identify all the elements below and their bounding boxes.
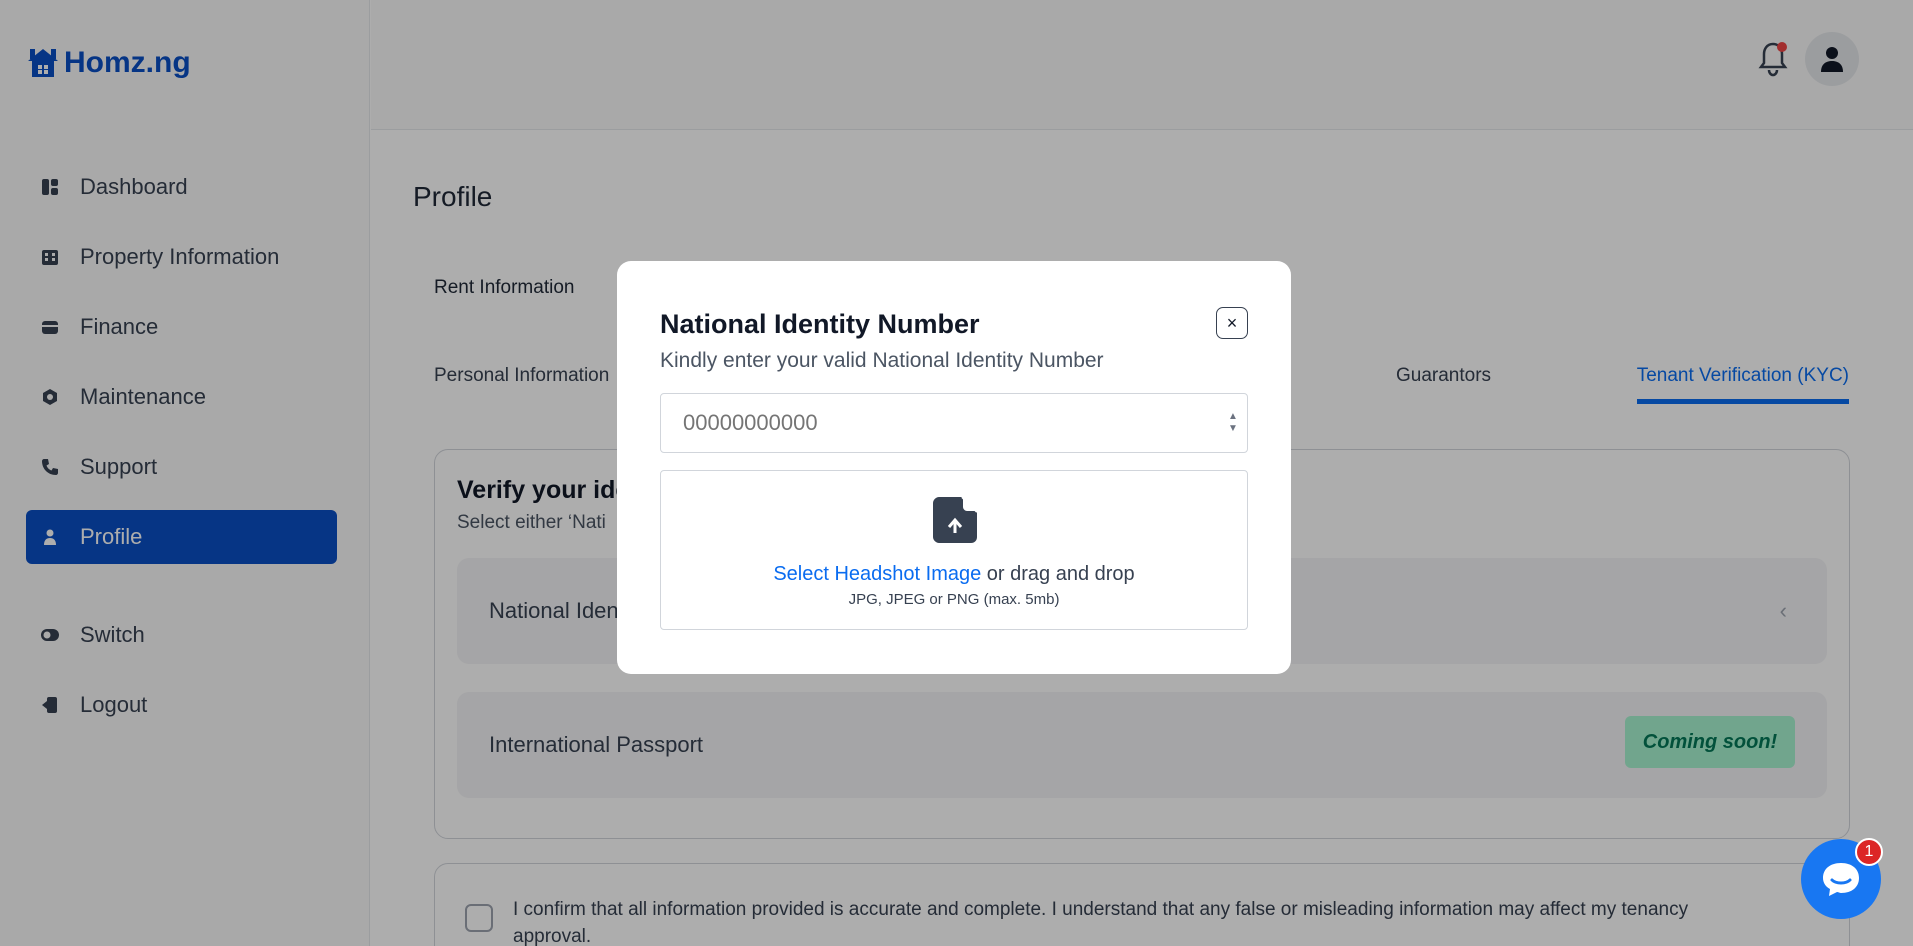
modal-title: National Identity Number — [660, 309, 980, 339]
drag-drop-text: or drag and drop — [981, 563, 1135, 585]
headshot-dropzone[interactable]: Select Headshot Image or drag and drop J… — [660, 470, 1248, 630]
nin-modal: National Identity Number Kindly enter yo… — [617, 261, 1291, 674]
close-button[interactable]: × — [1216, 307, 1248, 339]
upload-instructions: Select Headshot Image or drag and drop — [661, 563, 1247, 586]
chat-unread-badge: 1 — [1855, 838, 1883, 866]
upload-hint: JPG, JPEG or PNG (max. 5mb) — [848, 591, 1060, 608]
nin-input[interactable] — [660, 393, 1248, 453]
modal-subtitle: Kindly enter your valid National Identit… — [660, 349, 1104, 372]
chat-icon — [1823, 863, 1859, 896]
select-image-link[interactable]: Select Headshot Image — [773, 563, 981, 585]
file-upload-icon — [933, 497, 977, 543]
number-stepper-icon[interactable]: ▲ ▼ — [1228, 411, 1238, 435]
close-icon: × — [1226, 312, 1238, 333]
